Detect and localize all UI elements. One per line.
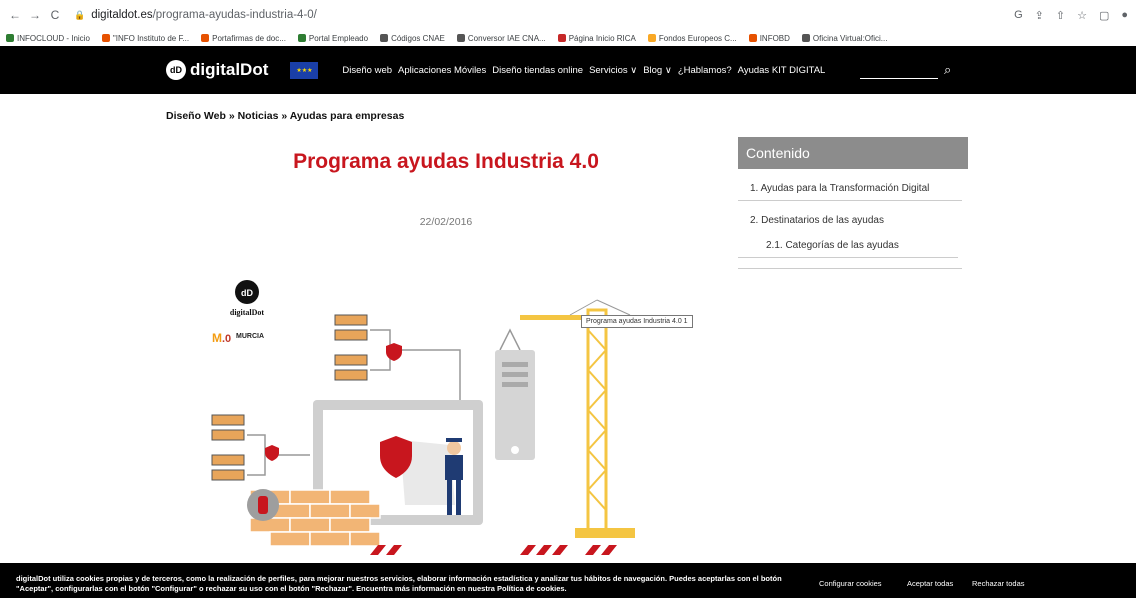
bookmark-favicon-icon: [647, 34, 656, 42]
svg-text:dD: dD: [241, 288, 253, 298]
toc-item-1[interactable]: 1. Ayudas para la Transformación Digital: [738, 169, 962, 201]
bookmark-label: INFOCLOUD - Inicio: [17, 33, 90, 43]
illus-logo-text: digitalDot: [230, 308, 265, 317]
bookmark-favicon-icon: [748, 34, 757, 42]
cookie-text: digitalDot utiliza cookies propias y de …: [16, 574, 782, 593]
menu-item-diseno-web[interactable]: Diseño web: [342, 65, 392, 76]
breadcrumb[interactable]: Diseño Web » Noticias » Ayudas para empr…: [166, 110, 404, 122]
url-path: /programa-ayudas-industria-4-0/: [152, 9, 317, 21]
logo-text: digitalDot: [190, 60, 269, 79]
svg-text:M: M: [212, 331, 222, 345]
google-icon[interactable]: G: [1014, 9, 1023, 22]
menu-item-kit-digital[interactable]: Ayudas KIT DIGITAL: [738, 65, 826, 76]
bookmark-favicon-icon: [101, 34, 110, 42]
bookmark-label: INFOBD: [759, 33, 790, 43]
bookmark-item[interactable]: Oficina Virtual:Ofici...: [801, 33, 888, 43]
menu-item-hablamos[interactable]: ¿Hablamos?: [678, 65, 732, 76]
article-illustration: dD digitalDot M .0 MURCIA: [211, 280, 670, 555]
menu-item-blog[interactable]: Blog ∨: [643, 65, 672, 76]
star-icon[interactable]: ☆: [1077, 9, 1087, 22]
share-icon[interactable]: ⇧: [1056, 9, 1065, 22]
bookmark-favicon-icon: [380, 34, 389, 42]
accept-all-button[interactable]: Aceptar todas: [907, 579, 953, 588]
bookmark-label: Oficina Virtual:Ofici...: [812, 33, 888, 43]
main-menu: Diseño web Aplicaciones Móviles Diseño t…: [342, 65, 831, 76]
bookmark-label: Fondos Europeos C...: [658, 33, 737, 43]
bookmark-item[interactable]: INFOCLOUD - Inicio: [6, 34, 90, 43]
bookmark-item[interactable]: Página Inicio RICA: [557, 33, 636, 43]
bookmark-item[interactable]: INFOBD: [748, 33, 790, 43]
toc-heading: Contenido: [738, 137, 968, 169]
bookmark-item[interactable]: Portafirmas de doc...: [201, 34, 286, 43]
logo-mark: dD: [166, 60, 186, 80]
toc-item-2-1[interactable]: 2.1. Categorías de las ayudas: [738, 226, 958, 258]
menu-item-apps[interactable]: Aplicaciones Móviles: [398, 65, 486, 76]
url-host: digitaldot.es: [91, 9, 153, 21]
reload-icon[interactable]: C: [48, 8, 62, 22]
browser-toolbar: ← → C 🔒 digitaldot.es /programa-ayudas-i…: [0, 0, 1136, 30]
illus-murcia-text: MURCIA: [236, 333, 264, 340]
site-logo[interactable]: dD digitalDot: [166, 60, 268, 80]
bookmark-item[interactable]: Portal Empleado: [297, 33, 369, 43]
bookmark-favicon-icon: [6, 34, 14, 42]
search-input[interactable]: [860, 78, 938, 79]
reject-all-button[interactable]: Rechazar todas: [972, 579, 1025, 588]
post-date: 22/02/2016: [419, 216, 473, 228]
site-header: dD digitalDot ★★★ Diseño web Aplicacione…: [0, 46, 1136, 94]
bookmark-label: Códigos CNAE: [391, 33, 445, 43]
bookmark-favicon-icon: [297, 34, 306, 42]
forward-icon[interactable]: →: [28, 8, 42, 22]
lock-icon: 🔒: [74, 9, 86, 20]
back-icon[interactable]: ←: [8, 8, 22, 22]
toc-panel: Contenido 1. Ayudas para la Transformaci…: [738, 137, 968, 269]
configure-cookies-button[interactable]: Configurar cookies: [819, 579, 882, 588]
bookmark-item[interactable]: Conversor IAE CNA...: [456, 33, 546, 43]
eu-flag-icon: ★★★: [290, 61, 319, 79]
profile-icon[interactable]: ●: [1121, 9, 1128, 22]
bookmark-label: Portafirmas de doc...: [212, 33, 286, 43]
bookmark-item[interactable]: Códigos CNAE: [380, 34, 445, 43]
page-title: Programa ayudas Industria 4.0: [293, 150, 599, 173]
bookmark-favicon-icon: [801, 34, 810, 42]
toc-item-2[interactable]: 2. Destinatarios de las ayudas: [738, 201, 962, 226]
menu-item-tiendas[interactable]: Diseño tiendas online: [492, 65, 583, 76]
install-icon[interactable]: ⇪: [1035, 9, 1044, 22]
sidepanel-icon[interactable]: ▢: [1099, 9, 1109, 22]
bookmark-favicon-icon: [557, 34, 566, 42]
bookmarks-bar: INFOCLOUD - Inicio "INFO Instituto de F..…: [0, 30, 1136, 46]
bookmark-item[interactable]: Fondos Europeos C...: [647, 33, 737, 43]
cookie-banner: digitalDot utiliza cookies propias y de …: [0, 563, 1136, 598]
menu-item-servicios[interactable]: Servicios ∨: [589, 65, 637, 76]
bookmark-label: "INFO Instituto de F...: [112, 33, 190, 43]
image-tooltip: Programa ayudas Industria 4.0 1: [581, 315, 693, 328]
bookmark-item[interactable]: "INFO Instituto de F...: [101, 33, 190, 43]
bookmark-label: Portal Empleado: [308, 33, 369, 43]
bookmark-label: Página Inicio RICA: [568, 33, 636, 43]
svg-text:.0: .0: [222, 333, 231, 345]
bookmark-favicon-icon: [456, 34, 465, 42]
bookmark-label: Conversor IAE CNA...: [467, 33, 546, 43]
address-bar[interactable]: 🔒 digitaldot.es /programa-ayudas-industr…: [68, 4, 1014, 26]
bookmark-favicon-icon: [201, 34, 210, 42]
search-icon[interactable]: ⌕: [944, 62, 951, 78]
